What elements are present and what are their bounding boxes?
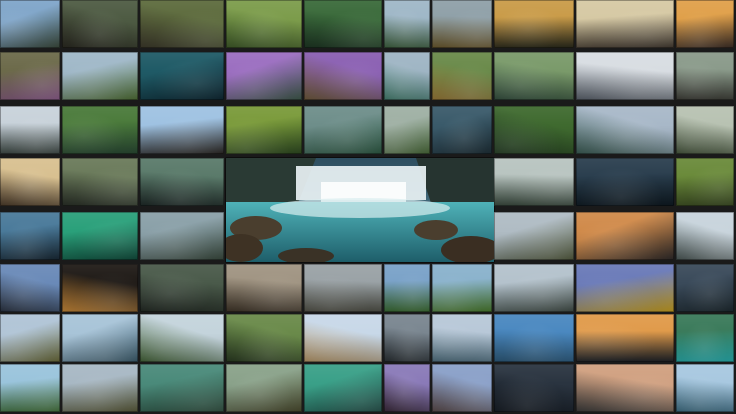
tile-forest-sunburst [494,0,574,48]
tile-green-lagoon [304,364,382,412]
tile-mossy-stream [304,0,382,48]
tile-rocky-shore [0,264,60,312]
tile-river-valley [384,0,430,48]
tile-sunset-shore [576,364,674,412]
tile-tropical-trees [140,314,224,362]
tile-bamboo-grove [226,106,302,154]
tile-tree-riverbank [494,212,574,260]
tile-cascade-forest [62,158,138,206]
tile-lavender-path [304,52,382,100]
tile-green-diver [62,212,138,260]
tile-forest-path [62,0,138,48]
tile-yellow-flowers [676,158,734,206]
tile-turquoise-stream [140,364,224,412]
tile-green-hills [432,264,492,312]
tile-green-canyon [494,106,574,154]
tile-jungle-falls [62,106,138,154]
tile-pagoda [140,106,224,154]
tile-snowy-peaks [576,52,674,100]
tile-hillside-forest [226,314,302,362]
tile-green-valley [226,0,302,48]
tile-rapids [432,106,492,154]
tile-rocky-coast [494,264,574,312]
tile-sunny-valley [384,264,430,312]
tile-golden-canyon [0,158,60,206]
tile-blue-falls [0,212,60,260]
tile-lavender-stream [226,52,302,100]
tile-tropical-bay [0,364,60,412]
tile-riverside-trees [226,364,302,412]
tile-dark-mountain-lake [384,314,430,362]
tile-snowy-lake [432,314,492,362]
tile-turquoise-pool [676,314,734,362]
tile-sunset-coast [676,0,734,48]
tile-misty-hills [384,106,430,154]
tile-flower-field [576,264,674,312]
tile-autumn-hills [432,0,492,48]
tile-purple-meadow [0,52,60,100]
tile-pink-sky-lake [432,364,492,412]
tile-fjord-river [384,52,430,100]
tile-calm-lake [676,364,734,412]
tile-lakeside-cliffs [140,212,224,260]
tile-golden-cliffs [432,52,492,100]
tile-sunset-lake [576,212,674,260]
tile-underwater-deep [140,52,224,100]
tile-alpine-lake [576,106,674,154]
tile-boulder-river [676,264,734,312]
tile-ocean-shore [494,314,574,362]
tile-night-coast [494,364,574,412]
tile-twisted-tree [494,158,574,206]
tile-dark-river [140,158,224,206]
feature-waterfall [226,158,494,262]
tile-waterfall-valley [494,52,574,100]
tile-lone-tree [304,264,382,312]
tile-grassy-plains [0,314,60,362]
tile-misty-waterfall [676,212,734,260]
tile-mountain-lake [0,0,60,48]
tile-cave-glow [62,264,138,312]
tile-twin-falls [676,106,734,154]
tile-desert-canyon [226,264,302,312]
tile-sand-dunes [304,314,382,362]
tile-green-mountains [62,52,138,100]
tile-rocky-sunset [384,364,430,412]
tile-mossy-rocks [140,264,224,312]
tile-rocky-waterfall [676,52,734,100]
tile-mountain-road [62,364,138,412]
tile-kayak-falls [576,158,674,206]
image-mosaic [0,0,736,414]
tile-lantern-ruins [576,0,674,48]
tile-green-fjord [304,106,382,154]
tile-sunset-mountains [576,314,674,362]
tile-boardwalk-forest [140,0,224,48]
tile-blue-lake [62,314,138,362]
tile-cloudy-lake [0,106,60,154]
